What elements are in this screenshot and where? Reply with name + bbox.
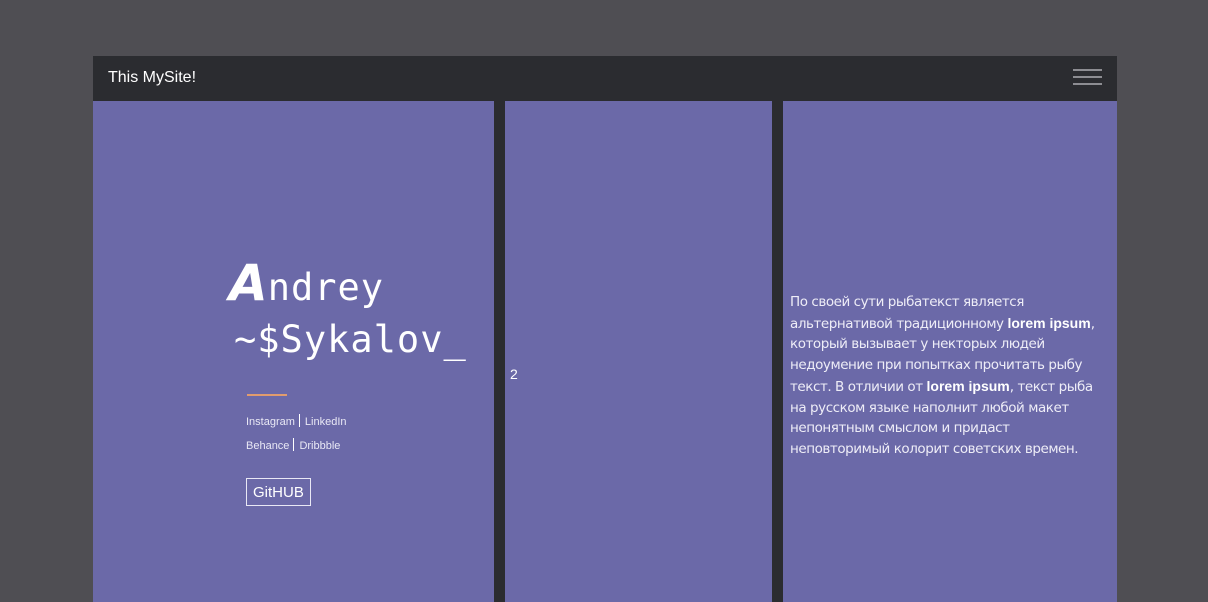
hamburger-line	[1073, 76, 1102, 78]
profile-first-name: Andrey	[229, 257, 384, 314]
hamburger-line	[1073, 83, 1102, 85]
text-panel: По своей сути рыбатекст является альтерн…	[783, 101, 1117, 602]
dribbble-link[interactable]: Dribbble	[299, 440, 340, 452]
link-separator	[298, 414, 300, 427]
navbar: This MySite!	[93, 56, 1117, 101]
profile-panel: Andrey ~$Sykalov_ Instagram LinkedIn Beha…	[93, 101, 494, 602]
profile-last-name: ~$Sykalov_	[234, 318, 467, 361]
hamburger-line	[1073, 69, 1102, 71]
middle-panel: 2	[505, 101, 772, 602]
site-frame: This MySite! Andrey ~$Sykalov_ Instagram…	[93, 56, 1117, 602]
first-name-rest: ndrey	[267, 266, 385, 309]
accent-divider	[247, 394, 287, 396]
highlight-term: lorem ipsum	[1007, 314, 1091, 331]
social-links-row: Behance Dribbble	[246, 438, 340, 453]
github-button[interactable]: GitHUB	[246, 478, 311, 506]
highlight-term: lorem ipsum	[926, 377, 1010, 394]
instagram-link[interactable]: Instagram	[246, 416, 295, 428]
first-name-initial: A	[229, 254, 268, 312]
paragraph-part: По своей сути рыбатекст является альтерн…	[790, 294, 1024, 332]
body-paragraph: По своей сути рыбатекст является альтерн…	[790, 292, 1112, 460]
linkedin-link[interactable]: LinkedIn	[305, 416, 347, 428]
social-links-row: Instagram LinkedIn	[246, 414, 347, 429]
link-separator	[293, 438, 295, 451]
behance-link[interactable]: Behance	[246, 440, 289, 452]
panel-number: 2	[510, 366, 518, 382]
hamburger-menu-icon[interactable]	[1073, 68, 1102, 86]
site-brand[interactable]: This MySite!	[108, 68, 196, 88]
